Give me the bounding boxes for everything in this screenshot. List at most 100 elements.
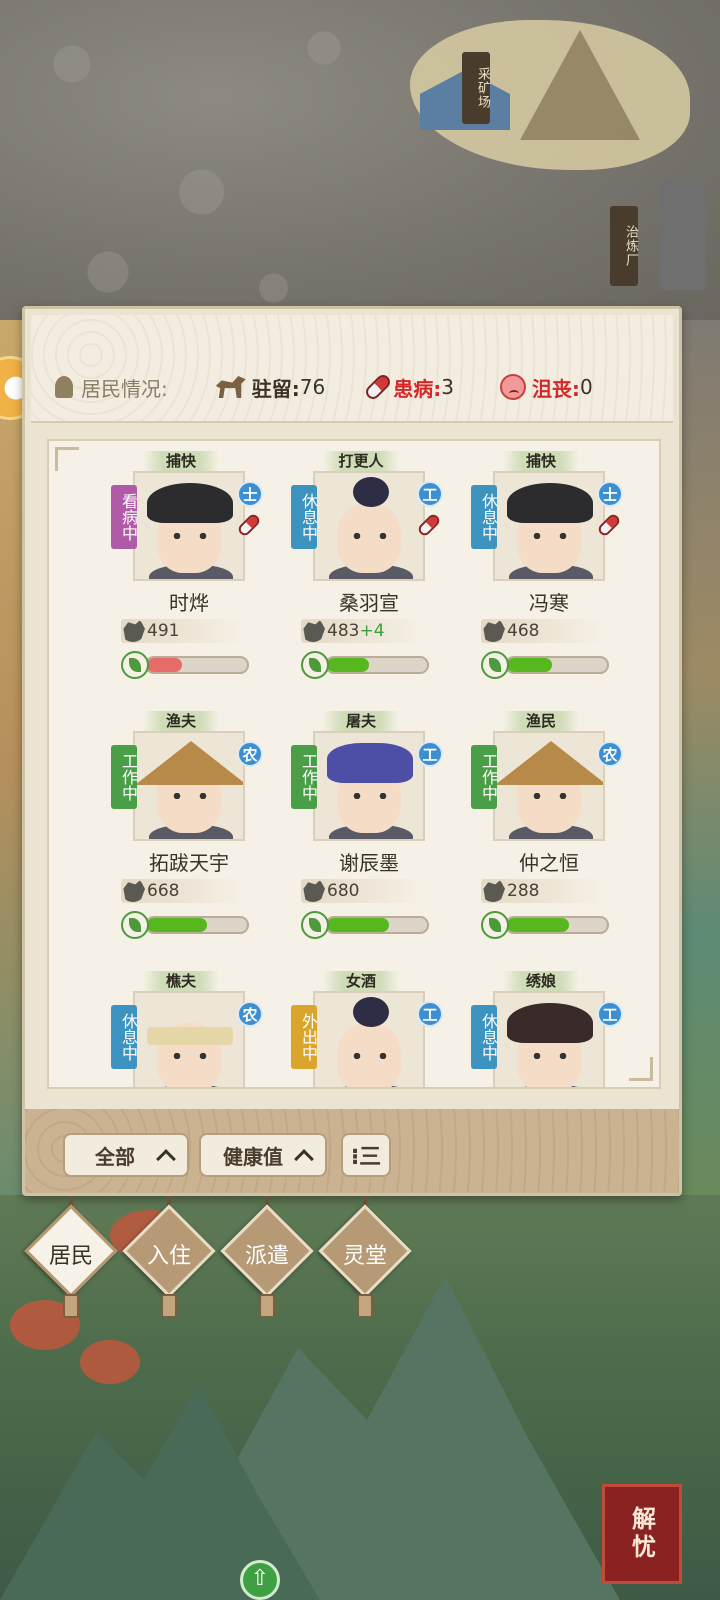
leaf-health-icon (481, 651, 509, 679)
class-badge: 农 (237, 1001, 263, 1027)
resident-card[interactable]: 捕快 看病中 士时烨 491 (109, 441, 289, 701)
resident-card[interactable]: 屠夫 工作中 工谢辰墨 680 (289, 701, 469, 961)
red-tree (80, 1340, 140, 1384)
leaf-health-icon (481, 911, 509, 939)
sick-label: 患病: (393, 376, 442, 401)
resident-card[interactable]: 捕快 休息中 士冯寒 468 (469, 441, 649, 701)
role-tag: 屠夫 (323, 711, 399, 731)
portrait-hat (147, 1027, 233, 1045)
health-bar (145, 656, 249, 674)
resident-portrait[interactable] (313, 991, 425, 1087)
resident-portrait[interactable] (133, 991, 245, 1087)
depressed-value: 0 (579, 375, 593, 399)
power-row: 668 (121, 879, 245, 903)
health-bar-fill (507, 658, 552, 672)
filter-all-dropdown[interactable]: 全部 (63, 1133, 189, 1177)
fist-power-icon (303, 620, 325, 642)
resident-card[interactable]: 打更人 休息中 工桑羽宣 483 +4 (289, 441, 469, 701)
activity-status-badge: 看病中 (111, 485, 138, 549)
resident-card[interactable]: 女酒 外出中 工 (289, 961, 469, 1087)
resident-portrait[interactable] (133, 471, 245, 581)
resident-portrait[interactable] (313, 731, 425, 841)
resident-name: 仲之恒 (519, 851, 579, 875)
portrait-eyes (533, 533, 567, 539)
tab-label: 派遣 (244, 1244, 289, 1269)
sort-order-icon: ⁝三 (350, 1145, 382, 1170)
tab-label: 入住 (146, 1244, 191, 1269)
health-bar (325, 656, 429, 674)
stationed-label: 驻留: (251, 376, 300, 401)
stationed-stat: 驻留: 76 (215, 373, 325, 402)
resident-name: 谢辰墨 (339, 851, 399, 875)
tab-dispatch[interactable]: 派遣 (220, 1196, 314, 1318)
role-tag: 渔夫 (143, 711, 219, 731)
portrait-eyes (533, 1053, 567, 1059)
power-bonus: +4 (359, 621, 385, 641)
role-tag: 绣娘 (503, 971, 579, 991)
leaf-health-icon (121, 651, 149, 679)
tab-residents[interactable]: 居民 (24, 1196, 118, 1318)
portrait-hat (495, 741, 603, 785)
leaf-health-icon (301, 911, 329, 939)
resident-portrait[interactable] (493, 471, 605, 581)
fist-power-icon (483, 880, 505, 902)
activity-status-badge: 工作中 (111, 745, 138, 809)
sort-health-dropdown[interactable]: 健康值 (199, 1133, 327, 1177)
pill-icon (363, 372, 394, 402)
health-row (301, 651, 435, 679)
health-bar (325, 916, 429, 934)
fist-power-icon (483, 620, 505, 642)
health-row (121, 911, 255, 939)
person-icon (55, 376, 73, 398)
resident-portrait[interactable] (313, 471, 425, 581)
fist-power-icon (303, 880, 325, 902)
class-badge: 工 (417, 741, 443, 767)
depressed-stat: 沮丧: 0 (499, 373, 593, 402)
activity-status-badge: 外出中 (291, 1005, 318, 1069)
tab-check-in[interactable]: 入住 (122, 1196, 216, 1318)
resident-card[interactable]: 樵夫 休息中 农 (109, 961, 289, 1087)
resident-name: 时烨 (169, 591, 209, 615)
activity-status-badge: 休息中 (291, 485, 318, 549)
forge-tower[interactable] (660, 180, 706, 290)
jieyou-button[interactable]: 解忧 (602, 1484, 682, 1584)
power-value: 491 (147, 621, 180, 641)
sort-order-button[interactable]: ⁝三 (341, 1133, 391, 1177)
health-bar-fill (507, 918, 569, 932)
forge-sign[interactable]: 治炼厂 (610, 206, 638, 286)
resident-card[interactable]: 渔民 工作中 农仲之恒 288 (469, 701, 649, 961)
power-row: 680 (301, 879, 425, 903)
resident-portrait[interactable] (493, 991, 605, 1087)
resident-status-row: 居民情况: 驻留: 76 患病: 3 沮丧: 0 (55, 367, 675, 407)
resident-portrait[interactable] (493, 731, 605, 841)
tab-memorial-hall[interactable]: 灵堂 (318, 1196, 412, 1318)
class-badge: 农 (597, 741, 623, 767)
resident-portrait[interactable] (133, 731, 245, 841)
class-badge: 士 (597, 481, 623, 507)
portrait-eyes (173, 533, 207, 539)
status-label-text: 居民情况: (81, 376, 168, 401)
portrait-eyes (353, 533, 387, 539)
resident-card[interactable]: 渔夫 工作中 农拓跋天宇 668 (109, 701, 289, 961)
role-tag: 捕快 (143, 451, 219, 471)
panel-footer: 全部 健康值 ⁝三 (25, 1109, 679, 1193)
health-bar (505, 916, 609, 934)
resident-grid: 捕快 看病中士时烨 491 打更人 休息中工桑羽宣 483 +4 捕快 休息中士冯寒 468 渔夫工… (49, 441, 659, 1087)
caret-up-icon (156, 1149, 176, 1169)
portrait-hat (507, 483, 593, 523)
power-row: 483 +4 (301, 619, 425, 643)
fist-power-icon (123, 620, 145, 642)
tab-label: 灵堂 (342, 1244, 387, 1269)
resident-card[interactable]: 绣娘 休息中 工 (469, 961, 649, 1087)
power-value: 668 (147, 881, 180, 901)
power-value: 483 (327, 621, 360, 641)
power-row: 491 (121, 619, 245, 643)
role-tag: 樵夫 (143, 971, 219, 991)
resident-list[interactable]: 捕快 看病中士时烨 491 打更人 休息中工桑羽宣 483 +4 捕快 休息中士冯寒 468 渔夫工… (47, 439, 661, 1089)
role-tag: 渔民 (503, 711, 579, 731)
upgrade-arrow-button[interactable]: ⇧ (240, 1560, 280, 1600)
sad-face-icon (499, 374, 526, 400)
role-tag: 打更人 (323, 451, 399, 471)
portrait-hat (147, 483, 233, 523)
mine-sign[interactable]: 采矿场 (462, 52, 490, 124)
